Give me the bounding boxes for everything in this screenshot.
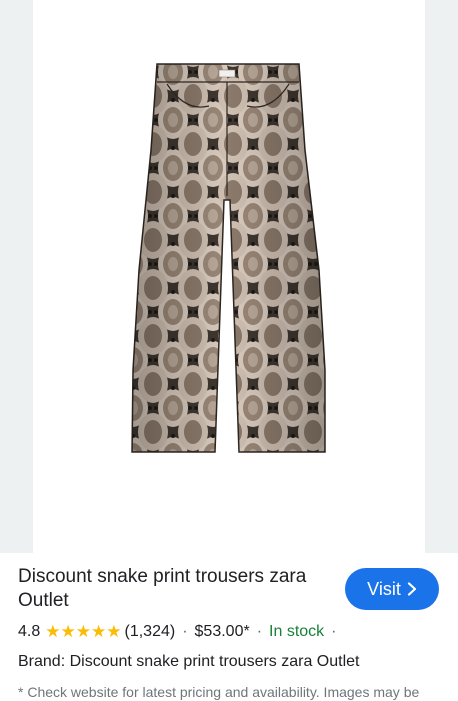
review-count[interactable]: (1,324) [125, 622, 176, 642]
star-icon: ★ [91, 622, 107, 642]
separator-dot: · [331, 623, 337, 640]
pricing-disclaimer: * Check website for latest pricing and a… [18, 684, 420, 700]
chevron-right-icon [407, 582, 416, 596]
star-icon: ★ [60, 622, 76, 642]
price: $53.00* [194, 623, 250, 640]
rating-stars: ★ ★ ★ ★ ★ [45, 622, 121, 642]
product-image-card[interactable] [33, 0, 425, 553]
brand-line: Brand: Discount snake print trousers zar… [18, 653, 360, 670]
product-info-panel: Discount snake print trousers zara Outle… [0, 553, 458, 700]
star-icon: ★ [106, 622, 122, 642]
visit-button[interactable]: Visit [345, 568, 439, 610]
product-image[interactable] [33, 0, 425, 553]
separator-dot: · [256, 623, 263, 640]
trousers-illustration [131, 63, 326, 453]
separator-dot: · [182, 623, 188, 640]
product-title[interactable]: Discount snake print trousers zara Outle… [18, 565, 333, 613]
visit-button-label: Visit [367, 578, 401, 599]
stock-status: In stock [269, 623, 325, 640]
product-meta-row: 4.8 ★ ★ ★ ★ ★ (1,324) · $53.00* · In sto… [18, 622, 344, 642]
star-icon: ★ [75, 622, 91, 642]
star-icon: ★ [45, 622, 61, 642]
rating-value: 4.8 [18, 623, 41, 640]
product-image-area [0, 0, 458, 553]
